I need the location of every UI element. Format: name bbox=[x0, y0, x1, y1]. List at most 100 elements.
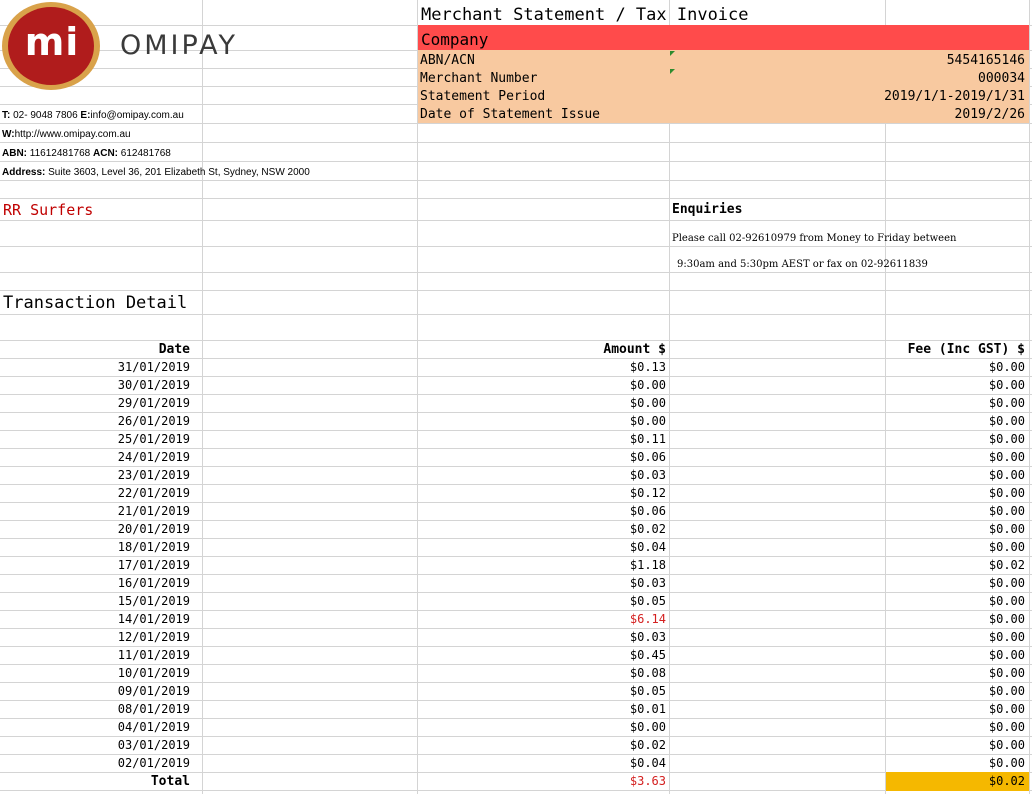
row-fee: $0.00 bbox=[988, 468, 1025, 482]
abn-acn-value: 5454165146 bbox=[946, 53, 1025, 68]
row-amount: $0.04 bbox=[629, 540, 666, 554]
row-date: 04/01/2019 bbox=[117, 720, 190, 734]
grid-row-line bbox=[0, 272, 1032, 273]
row-fee: $0.00 bbox=[988, 576, 1025, 590]
logo-wordmark: OMIPAY bbox=[120, 30, 238, 61]
contact-phone-email: T: 02- 9048 7806 E:info@omipay.com.au bbox=[2, 110, 184, 121]
grid-row-line bbox=[0, 412, 1032, 413]
issue-date-label: Date of Statement Issue bbox=[420, 107, 601, 122]
grid-row-line bbox=[0, 290, 1032, 291]
logo-mark: mi bbox=[24, 20, 80, 64]
phone-number: 02- 9048 7806 bbox=[13, 110, 78, 121]
enquiries-title: Enquiries bbox=[672, 202, 743, 217]
row-amount: $0.00 bbox=[629, 720, 666, 734]
column-header-date: Date bbox=[158, 342, 190, 357]
grid-row-line bbox=[0, 161, 1032, 162]
row-fee: $0.00 bbox=[988, 486, 1025, 500]
row-date: 02/01/2019 bbox=[117, 756, 190, 770]
acn-label: ACN: bbox=[93, 148, 118, 159]
phone-label: T: bbox=[2, 110, 11, 121]
grid-row-line bbox=[0, 394, 1032, 395]
grid-row-line bbox=[0, 718, 1032, 719]
grid-row-line bbox=[0, 376, 1032, 377]
row-fee: $0.00 bbox=[988, 360, 1025, 374]
row-fee: $0.00 bbox=[988, 594, 1025, 608]
grid-row-line bbox=[0, 646, 1032, 647]
row-fee: $0.00 bbox=[988, 720, 1025, 734]
row-date: 18/01/2019 bbox=[117, 540, 190, 554]
row-amount: $0.00 bbox=[629, 414, 666, 428]
total-label: Total bbox=[150, 774, 190, 789]
grid-row-line bbox=[0, 180, 1032, 181]
row-fee: $0.00 bbox=[988, 738, 1025, 752]
row-fee: $0.00 bbox=[988, 450, 1025, 464]
grid-col-line bbox=[202, 0, 203, 794]
row-date: 20/01/2019 bbox=[117, 522, 190, 536]
grid-row-line bbox=[0, 123, 1032, 124]
total-fee: $0.02 bbox=[988, 774, 1025, 788]
row-fee: $0.00 bbox=[988, 540, 1025, 554]
column-header-amount: Amount $ bbox=[603, 342, 666, 357]
grid-row-line bbox=[0, 736, 1032, 737]
row-date: 29/01/2019 bbox=[117, 396, 190, 410]
contact-address: Address: Suite 3603, Level 36, 201 Eliza… bbox=[2, 167, 310, 178]
row-amount: $1.18 bbox=[629, 558, 666, 572]
row-amount: $0.01 bbox=[629, 702, 666, 716]
row-amount: $0.02 bbox=[629, 522, 666, 536]
row-date: 12/01/2019 bbox=[117, 630, 190, 644]
row-fee: $0.00 bbox=[988, 504, 1025, 518]
issue-date-value: 2019/2/26 bbox=[954, 107, 1025, 122]
row-date: 08/01/2019 bbox=[117, 702, 190, 716]
row-date: 31/01/2019 bbox=[117, 360, 190, 374]
grid-row-line bbox=[0, 520, 1032, 521]
cell-error-indicator-icon bbox=[670, 69, 675, 74]
total-amount: $3.63 bbox=[629, 774, 666, 788]
company-label: Company bbox=[421, 30, 489, 49]
row-amount: $0.03 bbox=[629, 468, 666, 482]
row-date: 16/01/2019 bbox=[117, 576, 190, 590]
row-fee: $0.00 bbox=[988, 648, 1025, 662]
row-fee: $0.00 bbox=[988, 702, 1025, 716]
row-fee: $0.00 bbox=[988, 756, 1025, 770]
row-date: 30/01/2019 bbox=[117, 378, 190, 392]
row-date: 11/01/2019 bbox=[117, 648, 190, 662]
grid-row-line bbox=[0, 556, 1032, 557]
merchant-number-value: 000034 bbox=[978, 71, 1025, 86]
row-fee: $0.00 bbox=[988, 666, 1025, 680]
grid-row-line bbox=[0, 484, 1032, 485]
enquiries-line-2: 9:30am and 5:30pm AEST or fax on 02-9261… bbox=[677, 259, 928, 270]
grid-row-line bbox=[0, 628, 1032, 629]
email-address: info@omipay.com.au bbox=[90, 110, 184, 121]
row-amount: $0.03 bbox=[629, 576, 666, 590]
grid-row-line bbox=[0, 538, 1032, 539]
statement-sheet: mi OMIPAY Merchant Statement / Tax Invoi… bbox=[0, 0, 1032, 794]
grid-row-line bbox=[0, 772, 1032, 773]
row-amount: $0.45 bbox=[629, 648, 666, 662]
row-amount: $0.05 bbox=[629, 684, 666, 698]
row-date: 03/01/2019 bbox=[117, 738, 190, 752]
row-date: 26/01/2019 bbox=[117, 414, 190, 428]
grid-row-line bbox=[0, 790, 1032, 791]
merchant-name: RR Surfers bbox=[3, 201, 94, 219]
row-amount: $0.08 bbox=[629, 666, 666, 680]
row-amount: $0.00 bbox=[629, 378, 666, 392]
transaction-detail-title: Transaction Detail bbox=[3, 293, 188, 313]
row-date: 22/01/2019 bbox=[117, 486, 190, 500]
grid-row-line bbox=[0, 220, 1032, 221]
abn-label: ABN: bbox=[2, 148, 27, 159]
row-amount: $0.02 bbox=[629, 738, 666, 752]
grid-row-line bbox=[0, 358, 1032, 359]
row-amount: $0.04 bbox=[629, 756, 666, 770]
enquiries-line-1: Please call 02-92610979 from Money to Fr… bbox=[672, 233, 957, 244]
abn-acn-label: ABN/ACN bbox=[420, 53, 475, 68]
row-date: 17/01/2019 bbox=[117, 558, 190, 572]
grid-col-line bbox=[1029, 0, 1030, 794]
column-header-fee: Fee (Inc GST) $ bbox=[907, 342, 1025, 357]
row-amount: $0.00 bbox=[629, 396, 666, 410]
grid-row-line bbox=[0, 502, 1032, 503]
row-fee: $0.02 bbox=[988, 558, 1025, 572]
row-fee: $0.00 bbox=[988, 630, 1025, 644]
row-amount: $0.05 bbox=[629, 594, 666, 608]
address-label: Address: bbox=[2, 167, 46, 178]
grid-row-line bbox=[0, 430, 1032, 431]
